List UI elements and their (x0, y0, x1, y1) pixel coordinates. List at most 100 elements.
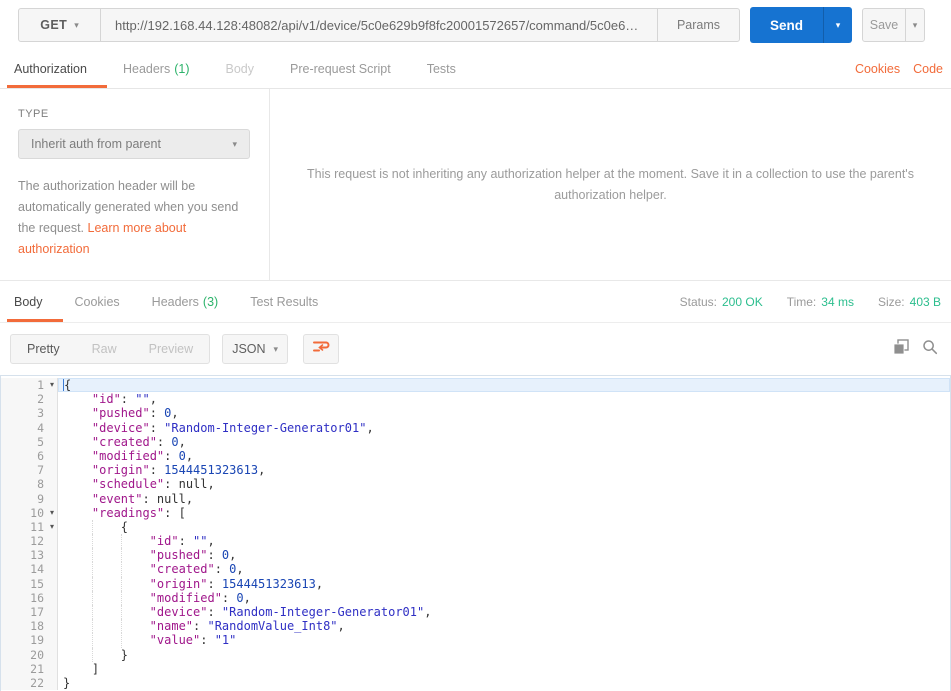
chevron-down-icon: ▾ (913, 21, 918, 30)
view-raw[interactable]: Raw (76, 335, 133, 363)
line-number-gutter: 19 (1, 633, 58, 647)
response-tab-bar: Body Cookies Headers (3) Test Results St… (0, 281, 951, 323)
line-number-gutter: 13 (1, 548, 58, 562)
code-line: 16"modified": 0, (1, 591, 950, 605)
auth-type-value: Inherit auth from parent (31, 137, 232, 151)
auth-description: The authorization header will be automat… (18, 176, 252, 260)
copy-icon (893, 339, 909, 360)
response-tab-cookies[interactable]: Cookies (75, 281, 120, 322)
code-line: 15"origin": 1544451323613, (1, 577, 950, 591)
tab-authorization[interactable]: Authorization (14, 50, 87, 88)
time-indicator: Time: 34 ms (787, 295, 854, 309)
code-line: 2"id": "", (1, 392, 950, 406)
send-split-button: Send ▾ (750, 7, 852, 43)
line-number-gutter: 12 (1, 534, 58, 548)
auth-type-dropdown[interactable]: Inherit auth from parent ▾ (18, 129, 250, 159)
save-split-button: Save ▾ (862, 8, 925, 42)
method-dropdown[interactable]: GET ▾ (19, 9, 101, 41)
wrap-text-button[interactable] (303, 334, 339, 364)
method-value: GET (40, 18, 67, 32)
url-value: http://192.168.44.128:48082/api/v1/devic… (115, 18, 638, 33)
time-value: 34 ms (821, 295, 854, 309)
code-line: 8"schedule": null, (1, 477, 950, 491)
code-line: 10▾"readings": [ (1, 506, 950, 520)
line-number-gutter: 6 (1, 449, 58, 463)
search-button[interactable] (922, 339, 938, 360)
code-line: 21] (1, 662, 950, 676)
line-number-gutter: 8 (1, 477, 58, 491)
code-line: 3"pushed": 0, (1, 406, 950, 420)
search-icon (922, 339, 938, 360)
tab-tests[interactable]: Tests (427, 50, 456, 88)
line-number-gutter: 5 (1, 435, 58, 449)
size-indicator: Size: 403 B (878, 295, 941, 309)
tab-body[interactable]: Body (226, 50, 255, 88)
view-preview[interactable]: Preview (133, 335, 209, 363)
response-meta: Status: 200 OK Time: 34 ms Size: 403 B (680, 295, 951, 309)
authorization-panel: TYPE Inherit auth from parent ▾ The auth… (0, 89, 951, 281)
url-input-group: GET ▾ http://192.168.44.128:48082/api/v1… (18, 8, 740, 42)
line-number-gutter: 4 (1, 421, 58, 435)
save-button[interactable]: Save (863, 9, 905, 41)
auth-helper-message: This request is not inheriting any autho… (299, 164, 923, 206)
fold-toggle-icon[interactable]: ▾ (44, 378, 54, 392)
response-tab-test-results[interactable]: Test Results (250, 281, 318, 322)
line-number-gutter: 22 (1, 676, 58, 690)
auth-type-label: TYPE (18, 108, 251, 120)
code-line: 1▾{ (1, 378, 950, 392)
code-line: 12"id": "", (1, 534, 950, 548)
chevron-down-icon: ▾ (274, 345, 279, 354)
code-line: 5"created": 0, (1, 435, 950, 449)
save-options-dropdown[interactable]: ▾ (905, 9, 924, 41)
params-button[interactable]: Params (657, 9, 739, 41)
response-view-toolbar: Pretty Raw Preview JSON ▾ (0, 323, 951, 375)
response-tab-headers[interactable]: Headers (3) (152, 281, 219, 322)
code-line: 6"modified": 0, (1, 449, 950, 463)
tab-pre-request-script[interactable]: Pre-request Script (290, 50, 391, 88)
line-number-gutter: 17 (1, 605, 58, 619)
response-body-editor[interactable]: 1▾{2"id": "",3"pushed": 0,4"device": "Ra… (0, 375, 951, 691)
cookies-link[interactable]: Cookies (855, 62, 900, 76)
request-tab-bar: Authorization Headers (1) Body Pre-reque… (0, 50, 951, 89)
line-number-gutter: 18 (1, 619, 58, 633)
code-line: 14"created": 0, (1, 562, 950, 576)
code-line: 17"device": "Random-Integer-Generator01"… (1, 605, 950, 619)
line-number-gutter: 14 (1, 562, 58, 576)
auth-type-column: TYPE Inherit auth from parent ▾ The auth… (0, 89, 270, 280)
line-number-gutter: 15 (1, 577, 58, 591)
send-button[interactable]: Send (750, 7, 823, 43)
line-number-gutter: 10▾ (1, 506, 58, 520)
size-value: 403 B (910, 295, 941, 309)
copy-button[interactable] (893, 339, 909, 360)
chevron-down-icon: ▾ (836, 21, 841, 30)
auth-helper-area: This request is not inheriting any autho… (270, 89, 951, 280)
tab-headers[interactable]: Headers (1) (123, 50, 190, 88)
view-pretty[interactable]: Pretty (11, 335, 76, 363)
line-number-gutter: 1▾ (1, 378, 58, 392)
code-line: 9"event": null, (1, 492, 950, 506)
code-line: 20} (1, 648, 950, 662)
url-input[interactable]: http://192.168.44.128:48082/api/v1/devic… (101, 9, 657, 41)
response-tab-body[interactable]: Body (14, 281, 43, 322)
line-number-gutter: 7 (1, 463, 58, 477)
chevron-down-icon: ▾ (232, 140, 237, 149)
code-line: 4"device": "Random-Integer-Generator01", (1, 421, 950, 435)
code-line: 18"name": "RandomValue_Int8", (1, 619, 950, 633)
line-number-gutter: 16 (1, 591, 58, 605)
line-number-gutter: 21 (1, 662, 58, 676)
fold-toggle-icon[interactable]: ▾ (44, 506, 54, 520)
response-headers-count-badge: (3) (203, 295, 218, 309)
status-value: 200 OK (722, 295, 763, 309)
code-link[interactable]: Code (913, 62, 943, 76)
postman-request-window: GET ▾ http://192.168.44.128:48082/api/v1… (0, 0, 951, 691)
line-number-gutter: 11▾ (1, 520, 58, 534)
code-line: 13"pushed": 0, (1, 548, 950, 562)
send-options-dropdown[interactable]: ▾ (823, 7, 852, 43)
line-number-gutter: 9 (1, 492, 58, 506)
headers-count-badge: (1) (174, 62, 189, 76)
status-indicator: Status: 200 OK (680, 295, 763, 309)
line-number-gutter: 20 (1, 648, 58, 662)
code-line: 22} (1, 676, 950, 690)
fold-toggle-icon[interactable]: ▾ (44, 520, 54, 534)
format-dropdown[interactable]: JSON ▾ (222, 334, 288, 364)
